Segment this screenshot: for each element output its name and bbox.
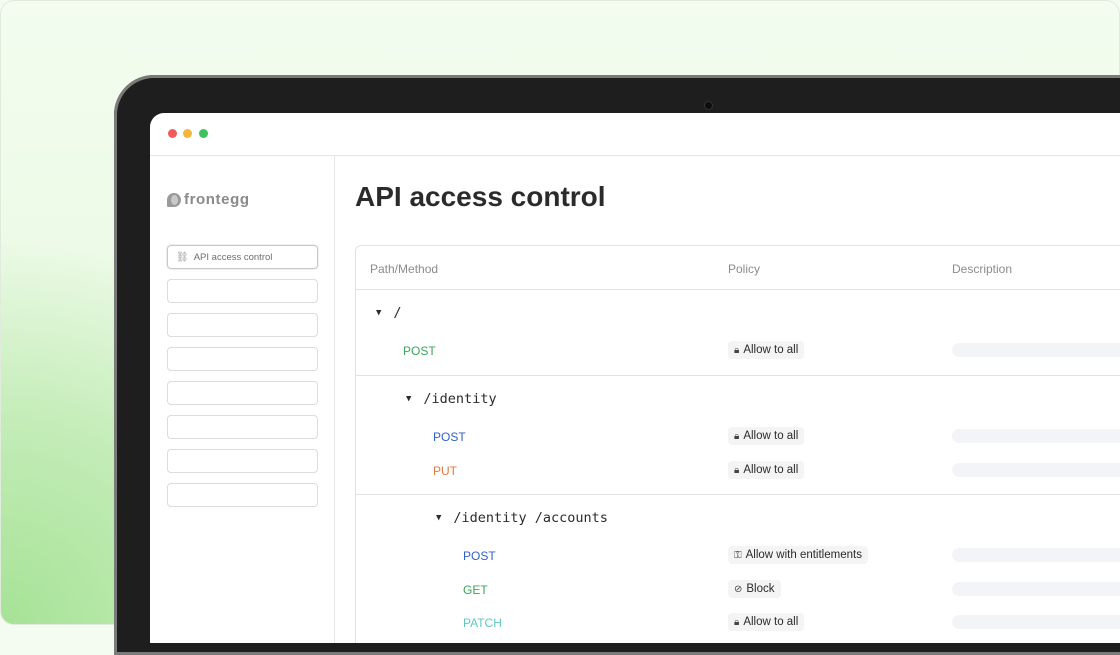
description-placeholder <box>952 548 1120 562</box>
api-table: Path/Method Policy Description ▼ / POST … <box>355 245 1120 643</box>
close-window-button[interactable] <box>168 129 177 138</box>
path-group-toggle[interactable]: ▼ /identity /accounts <box>436 510 608 526</box>
group-divider <box>356 494 1120 495</box>
sidebar: frontegg ⛓ API access control <box>150 156 335 643</box>
frontegg-logo-icon <box>167 192 181 207</box>
lock-icon: 🔒︎ <box>734 344 740 356</box>
table-header: Path/Method Policy Description <box>356 246 1120 290</box>
lock-icon: 🔒︎ <box>734 464 740 476</box>
sidebar-item-placeholder[interactable] <box>167 347 318 371</box>
frontegg-logo[interactable]: frontegg <box>167 191 250 208</box>
policy-label: Allow to all <box>743 430 799 442</box>
logo-text: frontegg <box>184 191 250 208</box>
api-icon: ⛓ <box>176 251 189 263</box>
caret-down-icon: ▼ <box>436 513 442 523</box>
path-label: / <box>393 305 402 321</box>
sidebar-item-placeholder[interactable] <box>167 279 318 303</box>
maximize-window-button[interactable] <box>199 129 208 138</box>
page-title: API access control <box>355 181 606 212</box>
column-header-description: Description <box>952 262 1013 276</box>
policy-label: Block <box>746 583 775 595</box>
description-placeholder <box>952 615 1120 629</box>
column-header-path-method: Path/Method <box>370 262 439 276</box>
policy-badge[interactable]: 🔒︎ Allow to all <box>728 427 805 445</box>
path-label: /identity /accounts <box>453 510 608 526</box>
caret-down-icon: ▼ <box>376 308 382 318</box>
policy-badge[interactable]: 🔒︎ Allow to all <box>728 613 805 631</box>
caret-down-icon: ▼ <box>406 394 412 404</box>
sidebar-item-placeholder[interactable] <box>167 483 318 507</box>
column-header-policy: Policy <box>728 262 761 276</box>
sidebar-item-label: API access control <box>193 251 273 263</box>
main-content: API access control Path/Method Policy De… <box>335 156 1120 643</box>
method-post[interactable]: POST <box>463 549 496 563</box>
group-divider <box>356 375 1120 376</box>
sidebar-nav: ⛓ API access control <box>167 245 318 517</box>
description-placeholder <box>952 582 1120 596</box>
sidebar-item-placeholder[interactable] <box>167 313 318 337</box>
policy-label: Allow to all <box>743 616 799 628</box>
policy-badge[interactable]: 🔒︎ Allow to all <box>728 341 805 359</box>
description-placeholder <box>952 343 1120 357</box>
sidebar-item-placeholder[interactable] <box>167 381 318 405</box>
method-post[interactable]: POST <box>403 344 436 358</box>
policy-badge[interactable]: ⚿ Allow with entitlements <box>728 546 868 564</box>
sidebar-item-placeholder[interactable] <box>167 415 318 439</box>
method-post[interactable]: POST <box>433 430 466 444</box>
path-group-toggle[interactable]: ▼ / <box>376 305 402 321</box>
path-label: /identity <box>423 391 497 407</box>
block-icon: ⊘ <box>734 583 743 595</box>
app-window: frontegg ⛓ API access control API access… <box>150 113 1120 643</box>
lock-icon: 🔒︎ <box>734 616 740 628</box>
title-bar <box>150 113 1120 156</box>
policy-label: Allow to all <box>743 464 799 476</box>
sidebar-item-api-access-control[interactable]: ⛓ API access control <box>167 245 318 269</box>
key-icon: ⚿ <box>734 549 742 561</box>
method-get[interactable]: GET <box>463 583 488 597</box>
policy-badge[interactable]: 🔒︎ Allow to all <box>728 461 805 479</box>
method-patch[interactable]: PATCH <box>463 616 502 630</box>
method-put[interactable]: PUT <box>433 464 457 478</box>
minimize-window-button[interactable] <box>183 129 192 138</box>
policy-label: Allow with entitlements <box>745 549 862 561</box>
path-group-toggle[interactable]: ▼ /identity <box>406 391 497 407</box>
description-placeholder <box>952 429 1120 443</box>
camera-icon <box>704 101 713 110</box>
description-placeholder <box>952 463 1120 477</box>
lock-icon: 🔒︎ <box>734 430 740 442</box>
policy-label: Allow to all <box>743 344 799 356</box>
policy-badge[interactable]: ⊘ Block <box>728 580 781 598</box>
sidebar-item-placeholder[interactable] <box>167 449 318 473</box>
